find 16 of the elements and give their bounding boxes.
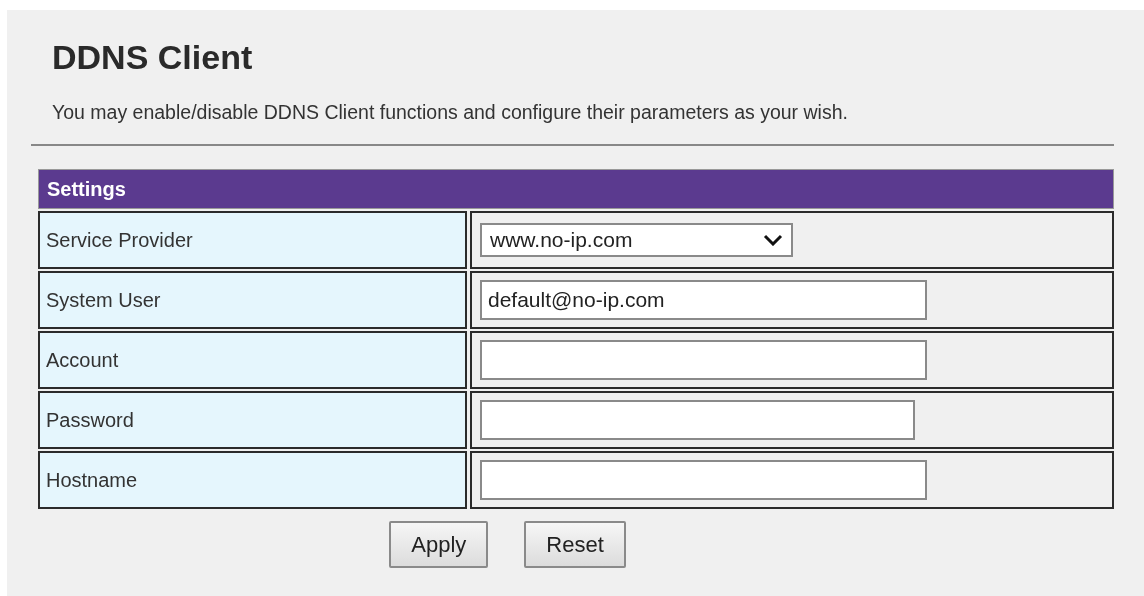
input-field[interactable] (480, 340, 927, 380)
page-title: DDNS Client (52, 38, 254, 77)
input-field[interactable]: default@no-ip.com (480, 280, 927, 320)
chevron-down-icon (763, 234, 783, 246)
field-label: Password (46, 408, 134, 432)
field-label: System User (46, 288, 161, 312)
field-label: Service Provider (46, 228, 193, 252)
input-field[interactable] (480, 460, 927, 500)
apply-button[interactable]: Apply (389, 521, 489, 568)
section-title: Settings (47, 177, 126, 201)
field-label: Account (46, 348, 119, 372)
page-description: You may enable/disable DDNS Client functions and configure their parameters as your wish. (52, 101, 849, 124)
field-label: Hostname (46, 468, 138, 492)
reset-button[interactable]: Reset (524, 521, 626, 568)
password-field[interactable] (480, 400, 915, 440)
provider-dropdown[interactable]: www.no-ip.com (480, 223, 793, 257)
